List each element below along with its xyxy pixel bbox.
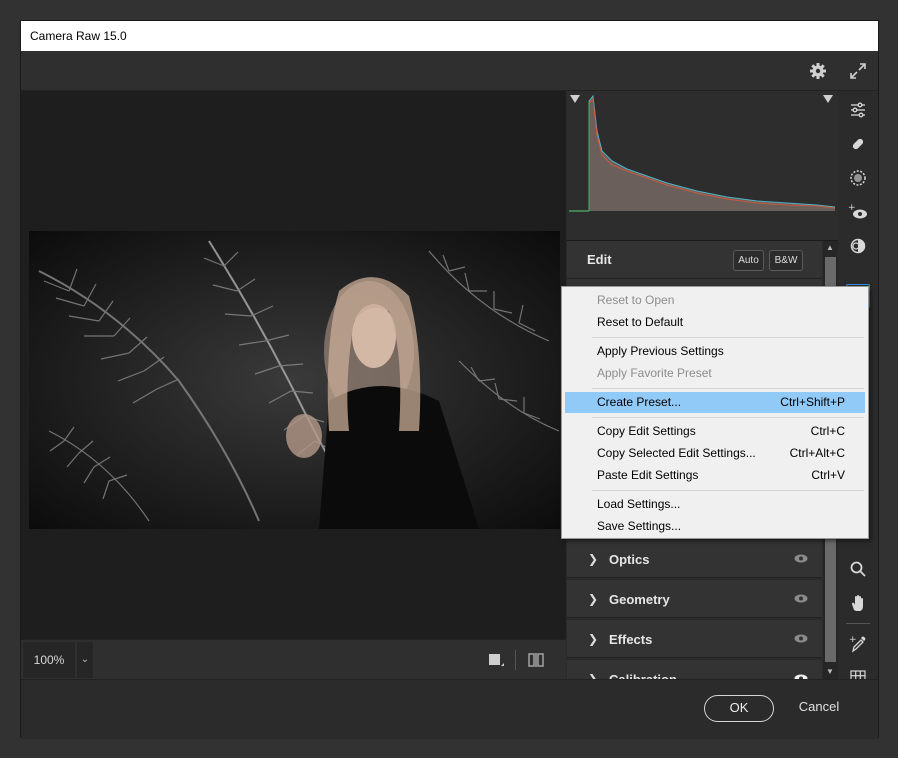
more-options-menu: Reset to Open Reset to Default Apply Pre… <box>561 286 869 539</box>
window-title: Camera Raw 15.0 <box>21 21 878 51</box>
menu-separator <box>592 337 864 338</box>
menu-item-load-settings[interactable]: Load Settings... <box>565 494 865 515</box>
red-eye-icon[interactable]: + <box>846 200 870 224</box>
compare-view-icon[interactable] <box>527 651 545 669</box>
bw-button[interactable]: B&W <box>769 250 803 271</box>
menu-item-copy-edit-settings[interactable]: Copy Edit Settings Ctrl+C <box>565 421 865 442</box>
mask-icon[interactable] <box>846 166 870 190</box>
scroll-down-icon[interactable]: ▼ <box>826 667 834 676</box>
ok-button[interactable]: OK <box>704 695 774 722</box>
svg-text:+: + <box>849 635 857 645</box>
shortcut-label: Ctrl+Shift+P <box>780 395 845 409</box>
edit-title: Edit <box>587 252 612 267</box>
shortcut-label: Ctrl+C <box>810 424 845 438</box>
chevron-right-icon: ❯ <box>588 632 599 646</box>
canvas-bottom-bar: 100% ⌄ <box>21 639 566 679</box>
menu-item-reset-to-open[interactable]: Reset to Open <box>565 290 865 311</box>
chevron-right-icon: ❯ <box>588 552 599 566</box>
shortcut-label: Ctrl+Alt+C <box>789 446 845 460</box>
menu-separator <box>592 490 864 491</box>
menu-item-paste-edit-settings[interactable]: Paste Edit Settings Ctrl+V <box>565 465 865 486</box>
edit-header: Edit Auto B&W <box>567 241 822 279</box>
section-geometry[interactable]: ❯ Geometry <box>567 580 822 618</box>
dialog-footer: OK Cancel <box>21 679 878 739</box>
eyedropper-icon[interactable]: + <box>846 632 870 656</box>
menu-item-save-settings[interactable]: Save Settings... <box>565 516 865 537</box>
menu-separator <box>592 388 864 389</box>
expand-icon[interactable] <box>847 60 869 82</box>
section-effects[interactable]: ❯ Effects <box>567 620 822 658</box>
zoom-level[interactable]: 100% <box>23 642 75 678</box>
cancel-button[interactable]: Cancel <box>791 699 847 714</box>
menu-item-reset-to-default[interactable]: Reset to Default <box>565 312 865 333</box>
chevron-right-icon: ❯ <box>588 592 599 606</box>
menu-item-apply-previous[interactable]: Apply Previous Settings <box>565 341 865 362</box>
healing-bandage-icon[interactable] <box>846 132 870 156</box>
zoom-icon[interactable] <box>846 557 870 581</box>
gear-icon[interactable] <box>807 60 829 82</box>
hand-icon[interactable] <box>846 591 870 615</box>
shortcut-label: Ctrl+V <box>811 468 845 482</box>
edit-sliders-icon[interactable] <box>846 98 870 122</box>
section-optics[interactable]: ❯ Optics <box>567 540 822 578</box>
eye-icon[interactable] <box>794 554 808 563</box>
menu-item-copy-selected[interactable]: Copy Selected Edit Settings... Ctrl+Alt+C <box>565 443 865 464</box>
section-label: Optics <box>609 552 650 567</box>
presets-icon[interactable] <box>846 234 870 258</box>
image-canvas[interactable] <box>21 91 566 639</box>
divider <box>515 650 516 670</box>
highlight-clipping-icon <box>823 95 833 103</box>
eye-icon[interactable] <box>794 634 808 643</box>
eye-icon[interactable] <box>794 594 808 603</box>
chevron-down-icon[interactable]: ⌄ <box>77 642 93 678</box>
histogram <box>567 91 838 241</box>
divider <box>846 623 870 624</box>
top-toolbar <box>21 51 878 91</box>
menu-item-create-preset[interactable]: Create Preset... Ctrl+Shift+P <box>565 392 865 413</box>
section-label: Effects <box>609 632 653 647</box>
scroll-up-icon[interactable]: ▲ <box>826 243 834 252</box>
auto-button[interactable]: Auto <box>733 250 764 271</box>
shadow-clipping-icon <box>570 95 580 103</box>
menu-item-apply-favorite[interactable]: Apply Favorite Preset <box>565 363 865 384</box>
menu-separator <box>592 417 864 418</box>
photo-preview[interactable] <box>29 231 560 529</box>
view-mode-icon[interactable] <box>487 651 505 669</box>
section-label: Geometry <box>609 592 670 607</box>
